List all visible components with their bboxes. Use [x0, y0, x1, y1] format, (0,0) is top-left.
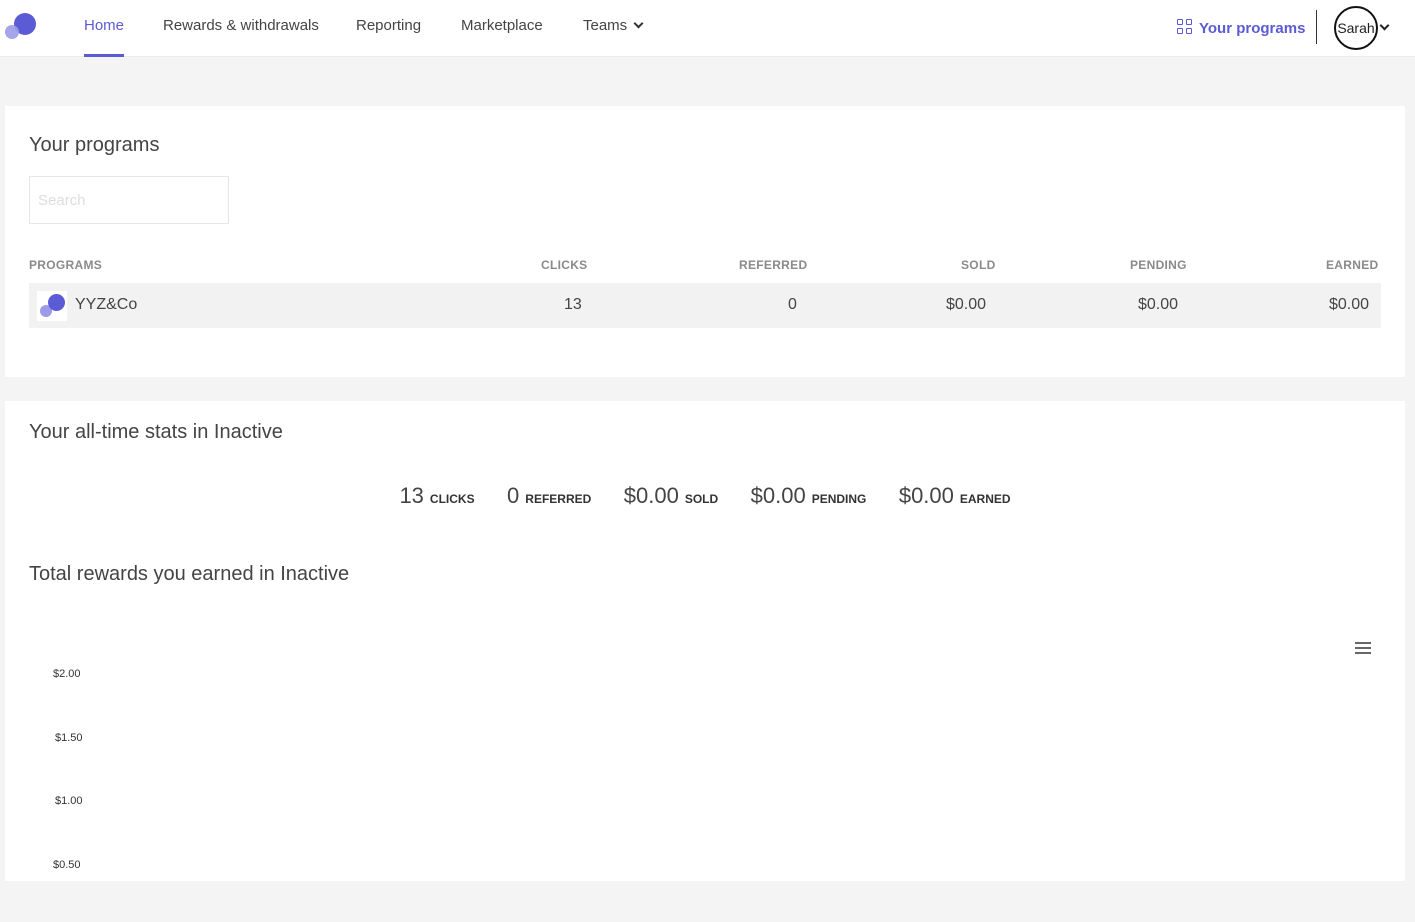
chart-menu-icon[interactable]: [1355, 642, 1371, 654]
stat-label: SOLD: [684, 492, 719, 506]
stat-referred: 0 REFERRED: [507, 483, 591, 509]
stat-value: $0.00: [623, 483, 679, 508]
user-menu-button[interactable]: Sarah: [1334, 6, 1378, 50]
stats-card-title: Your all-time stats in Inactive: [29, 421, 283, 443]
stat-label: REFERRED: [525, 492, 592, 506]
programs-card: Your programs PROGRAMS CLICKS REFERRED S…: [5, 106, 1405, 377]
top-navbar: Home Rewards & withdrawals Reporting Mar…: [0, 0, 1415, 57]
stat-clicks: 13 CLICKS: [399, 483, 474, 509]
rewards-chart-title: Total rewards you earned in Inactive: [29, 563, 350, 585]
cell-clicks: 13: [564, 296, 582, 313]
y-tick-label: $2.00: [53, 668, 81, 680]
your-programs-label: Your programs: [1199, 20, 1306, 37]
stat-pending: $0.00 PENDING: [751, 483, 867, 509]
search-input[interactable]: [29, 176, 229, 224]
cell-pending: $0.00: [1138, 296, 1179, 313]
stat-label: CLICKS: [429, 492, 475, 506]
nav-reporting[interactable]: Reporting: [356, 0, 421, 57]
col-pending: PENDING: [1130, 258, 1187, 272]
col-programs: PROGRAMS: [29, 258, 103, 272]
stat-sold: $0.00 SOLD: [624, 483, 718, 509]
stat-label: EARNED: [959, 492, 1011, 506]
nav-rewards-withdrawals[interactable]: Rewards & withdrawals: [163, 0, 319, 57]
nav-home[interactable]: Home: [84, 0, 125, 57]
stat-value: 0: [507, 483, 520, 508]
all-time-stats: 13 CLICKS 0 REFERRED $0.00 SOLD $0.00 PENDIN…: [5, 483, 1405, 509]
cell-earned: $0.00: [1329, 296, 1370, 313]
your-programs-link[interactable]: Your programs: [1177, 17, 1305, 37]
programs-card-title: Your programs: [29, 134, 160, 156]
stat-earned: $0.00 EARNED: [899, 483, 1011, 509]
program-logo-icon: [37, 291, 67, 321]
stat-value: $0.00: [750, 483, 806, 508]
stat-value: $0.00: [898, 483, 954, 508]
nav-teams-label: Teams: [583, 17, 628, 34]
y-tick-label: $1.50: [55, 732, 83, 744]
stat-value: 13: [399, 483, 424, 508]
col-earned: EARNED: [1326, 258, 1379, 272]
cell-referred: 0: [788, 296, 797, 313]
cell-sold: $0.00: [946, 296, 987, 313]
stat-label: PENDING: [811, 492, 867, 506]
col-clicks: CLICKS: [541, 258, 588, 272]
table-row[interactable]: YYZ&Co 13 0 $0.00 $0.00 $0.00: [29, 283, 1381, 328]
stats-card: Your all-time stats in Inactive 13 CLICKS…: [5, 401, 1405, 881]
y-tick-label: $1.00: [55, 795, 83, 807]
y-tick-label: $0.50: [53, 859, 81, 871]
col-referred: REFERRED: [739, 258, 808, 272]
nav-teams[interactable]: Teams: [583, 0, 644, 57]
chevron-down-icon: [633, 18, 644, 29]
grid-icon: [1177, 19, 1193, 35]
col-sold: SOLD: [961, 258, 996, 272]
nav-marketplace[interactable]: Marketplace: [461, 0, 543, 57]
brand-logo-icon[interactable]: [5, 13, 39, 41]
program-name: YYZ&Co: [75, 296, 138, 313]
user-chevron-down-icon[interactable]: [1379, 20, 1390, 31]
nav-divider: [1316, 10, 1317, 44]
programs-table-header: PROGRAMS CLICKS REFERRED SOLD PENDING EA…: [29, 258, 1381, 278]
